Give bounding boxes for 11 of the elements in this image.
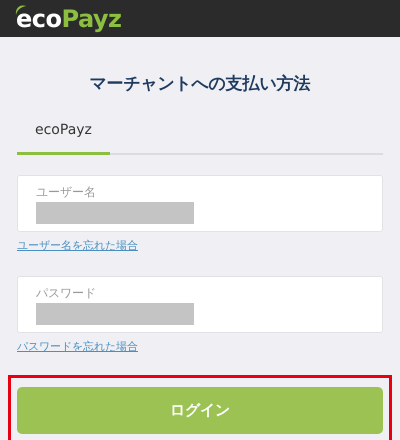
swoosh-icon [14,4,28,16]
login-button[interactable]: ログイン [17,386,383,434]
username-field[interactable]: ユーザー名 [17,174,383,232]
field-label: パスワード [36,286,97,300]
page-title: マーチャントへの支払い方法 [88,73,312,96]
tab[interactable]: ecoPayz [17,114,110,154]
logo: ecoPayz [16,6,122,30]
forgot-link[interactable]: ユーザー名を忘れた場合 [17,238,138,252]
forgot-link[interactable]: パスワードを忘れた場合 [17,340,138,353]
password-field[interactable]: パスワード [17,276,383,332]
field-label: ユーザー名 [36,184,97,199]
